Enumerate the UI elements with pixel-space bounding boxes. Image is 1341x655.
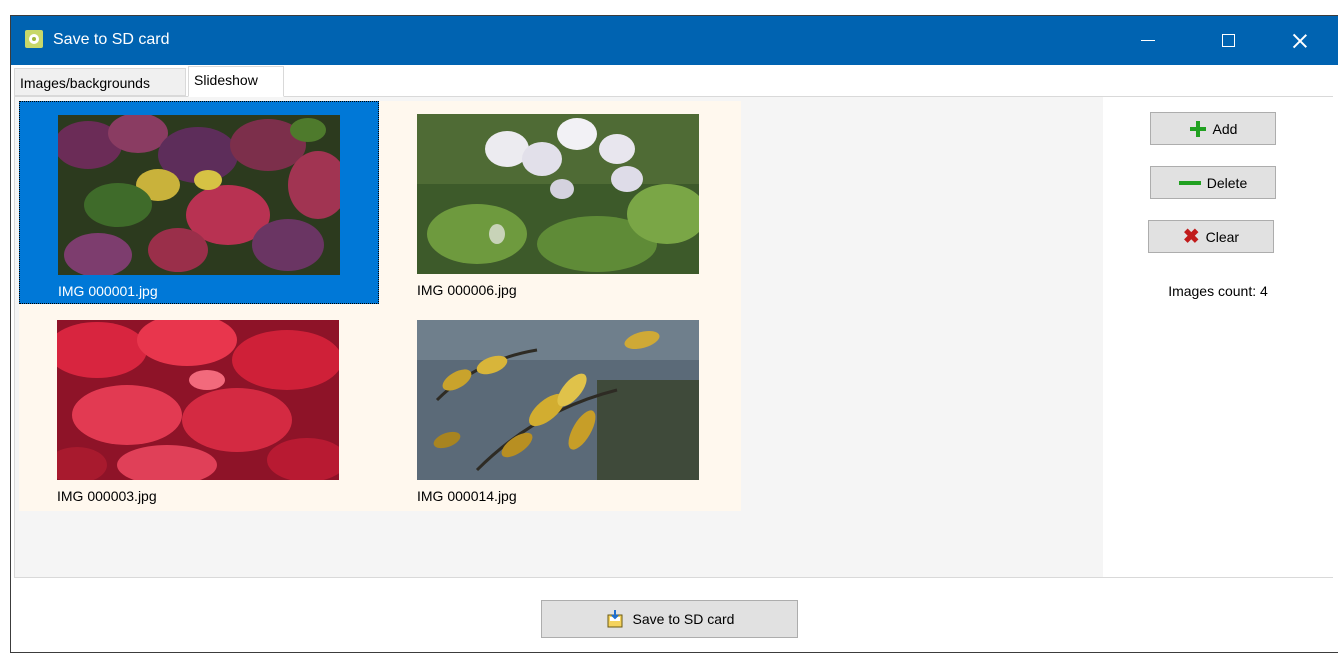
delete-button[interactable]: Delete xyxy=(1150,166,1276,199)
slideshow-panel: IMG 000001.jpg IMG 000006.jpg IMG 000003… xyxy=(14,96,1333,578)
side-panel: Add Delete ✖ Clear Images count: 4 xyxy=(1103,97,1333,577)
maximize-icon xyxy=(1221,34,1235,47)
save-to-sd-button[interactable]: Save to SD card xyxy=(541,600,798,638)
image-list-item[interactable]: IMG 000003.jpg xyxy=(19,307,379,510)
image-thumbnail xyxy=(417,320,699,480)
image-filename: IMG 000001.jpg xyxy=(58,283,158,299)
flower-app-icon xyxy=(25,30,43,48)
images-count: Images count: 4 xyxy=(1168,283,1268,299)
image-thumbnail xyxy=(58,115,340,275)
delete-button-label: Delete xyxy=(1206,174,1248,191)
sd-card-save-icon xyxy=(605,609,625,629)
image-list-item[interactable]: IMG 000014.jpg xyxy=(379,307,739,510)
image-thumbnail xyxy=(57,320,339,480)
clear-button[interactable]: ✖ Clear xyxy=(1148,220,1274,253)
minus-icon xyxy=(1178,180,1201,185)
minimize-icon xyxy=(1141,40,1155,41)
add-button-label: Add xyxy=(1212,120,1238,137)
minimize-button[interactable] xyxy=(1125,16,1171,65)
title-bar[interactable]: Save to SD card xyxy=(11,16,1338,65)
plus-icon xyxy=(1189,120,1207,138)
close-icon xyxy=(1292,33,1308,49)
tab-images-backgrounds[interactable]: Images/backgrounds xyxy=(14,68,186,96)
window-title: Save to SD card xyxy=(53,31,170,48)
image-filename: IMG 000003.jpg xyxy=(57,488,157,504)
image-thumbnail xyxy=(417,114,699,274)
tab-slideshow[interactable]: Slideshow xyxy=(188,66,284,97)
clear-button-label: Clear xyxy=(1205,228,1240,245)
save-button-label: Save to SD card xyxy=(632,611,735,627)
image-list-item[interactable]: IMG 000001.jpg xyxy=(19,101,379,304)
close-button[interactable] xyxy=(1277,16,1323,65)
image-filename: IMG 000014.jpg xyxy=(417,488,517,504)
maximize-button[interactable] xyxy=(1205,16,1251,65)
add-button[interactable]: Add xyxy=(1150,112,1276,145)
dialog-window: Save to SD card Images/backgrounds Slide… xyxy=(10,15,1338,653)
image-filename: IMG 000006.jpg xyxy=(417,282,517,298)
image-list[interactable]: IMG 000001.jpg IMG 000006.jpg IMG 000003… xyxy=(19,101,741,511)
red-x-icon: ✖ xyxy=(1182,225,1200,248)
image-list-item[interactable]: IMG 000006.jpg xyxy=(379,101,739,304)
